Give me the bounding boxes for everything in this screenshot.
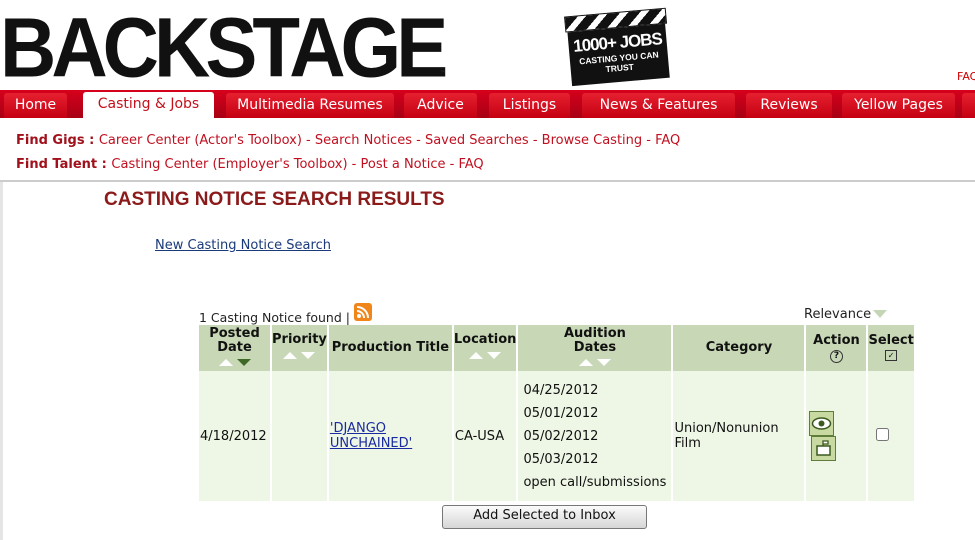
col-posted-date[interactable]: Posted Date	[199, 325, 270, 371]
table-row: 4/18/2012 'DJANGO UNCHAINED' CA-USA 04/2…	[199, 371, 914, 501]
search-notices-link[interactable]: Search Notices	[315, 133, 412, 148]
gigs-faq-link[interactable]: FAQ	[655, 133, 680, 148]
tab-overflow[interactable]	[962, 93, 975, 118]
sort-desc-icon[interactable]	[301, 352, 316, 359]
audition-header-line2: Dates	[573, 339, 617, 355]
category-cell: Union/Nonunion Film	[673, 371, 805, 501]
help-icon[interactable]: ?	[829, 349, 843, 363]
location-header: Location	[453, 332, 517, 347]
col-priority[interactable]: Priority	[272, 325, 327, 371]
browse-casting-link[interactable]: Browse Casting	[542, 133, 642, 148]
tab-home[interactable]: Home	[4, 93, 67, 118]
left-rule	[0, 182, 3, 540]
main-nav: Home Casting & Jobs Multimedia Resumes A…	[0, 90, 975, 118]
header-faq-link[interactable]: FAQ	[957, 70, 975, 83]
production-title-link[interactable]: 'DJANGO UNCHAINED'	[330, 421, 412, 451]
talent-faq-link[interactable]: FAQ	[458, 157, 483, 172]
audition-date: 05/01/2012	[523, 405, 599, 421]
col-action: Action ?	[806, 325, 867, 371]
post-notice-link[interactable]: Post a Notice	[361, 157, 446, 172]
sort-asc-icon[interactable]	[469, 352, 484, 359]
action-cell	[806, 371, 867, 501]
sort-asc-icon[interactable]	[578, 358, 593, 366]
select-header: Select	[868, 333, 914, 348]
audition-date: 05/03/2012	[523, 451, 599, 467]
clapper-body: 1000+ JOBS CASTING YOU CAN TRUST	[567, 23, 670, 87]
rss-icon[interactable]	[354, 303, 372, 321]
tab-multimedia-resumes[interactable]: Multimedia Resumes	[226, 93, 394, 118]
select-all-icon[interactable]: ✓	[885, 350, 898, 361]
results-table: Posted Date Priority Production Title Lo…	[197, 325, 916, 501]
row-select-checkbox[interactable]	[876, 427, 890, 441]
production-title-cell: 'DJANGO UNCHAINED'	[328, 371, 452, 501]
results-count: 1 Casting Notice found |	[199, 310, 350, 325]
tab-advice[interactable]: Advice	[404, 93, 477, 118]
submit-mailbox-icon[interactable]	[811, 436, 837, 461]
clapperboard-banner[interactable]: 1000+ JOBS CASTING YOU CAN TRUST	[564, 7, 672, 89]
tab-yellow-pages[interactable]: Yellow Pages	[842, 93, 955, 118]
view-eye-icon[interactable]	[809, 411, 835, 436]
casting-center-link[interactable]: Casting Center (Employer's Toolbox)	[111, 157, 347, 172]
action-header: Action	[813, 332, 860, 348]
sort-arrow-icon[interactable]	[873, 310, 887, 318]
tab-listings[interactable]: Listings	[489, 93, 570, 118]
sub-navigation: Find Gigs : Career Center (Actor's Toolb…	[0, 118, 975, 182]
tab-reviews[interactable]: Reviews	[746, 93, 832, 118]
col-select: Select ✓	[868, 325, 914, 371]
add-to-inbox-button[interactable]: Add Selected to Inbox	[442, 505, 647, 529]
col-location[interactable]: Location	[453, 325, 517, 371]
tab-news-features[interactable]: News & Features	[582, 93, 735, 118]
saved-searches-link[interactable]: Saved Searches	[425, 133, 529, 148]
new-search-link[interactable]: New Casting Notice Search	[155, 238, 331, 253]
career-center-link[interactable]: Career Center (Actor's Toolbox)	[99, 133, 302, 148]
sort-asc-icon[interactable]	[218, 358, 233, 366]
select-cell	[868, 371, 914, 501]
col-production-title[interactable]: Production Title	[328, 325, 452, 371]
find-talent-row: Find Talent : Casting Center (Employer's…	[16, 157, 484, 172]
posted-header-line1: Posted	[209, 325, 260, 341]
sort-desc-icon[interactable]	[596, 358, 611, 366]
posted-date-cell: 4/18/2012	[199, 371, 270, 501]
tab-casting-jobs[interactable]: Casting & Jobs	[83, 92, 214, 118]
col-category: Category	[673, 325, 805, 371]
sort-desc-icon[interactable]	[236, 358, 251, 366]
find-talent-label: Find Talent	[16, 157, 98, 172]
audition-note: open call/submissions	[523, 474, 667, 490]
sort-select[interactable]: Relevance	[804, 307, 871, 322]
sort-asc-icon[interactable]	[283, 352, 298, 359]
find-gigs-row: Find Gigs : Career Center (Actor's Toolb…	[16, 133, 681, 148]
posted-header-line2: Date	[217, 339, 252, 355]
location-cell: CA-USA	[453, 371, 517, 501]
col-audition-dates[interactable]: Audition Dates	[518, 325, 672, 371]
priority-header: Priority	[272, 332, 327, 347]
audition-header-line1: Audition	[563, 325, 626, 341]
audition-dates-cell: 04/25/2012 05/01/2012 05/02/2012 05/03/2…	[518, 371, 672, 501]
trademark-mark: ™	[440, 70, 446, 77]
audition-date: 04/25/2012	[523, 382, 599, 398]
audition-date: 05/02/2012	[523, 428, 599, 444]
site-header: BACKSTAGE ™ 1000+ JOBS CASTING YOU CAN T…	[0, 0, 975, 93]
page-title: CASTING NOTICE SEARCH RESULTS	[104, 189, 445, 210]
sort-desc-icon[interactable]	[487, 352, 502, 359]
find-gigs-label: Find Gigs	[16, 133, 85, 148]
priority-cell	[272, 371, 327, 501]
backstage-logo[interactable]: BACKSTAGE	[0, 2, 448, 93]
